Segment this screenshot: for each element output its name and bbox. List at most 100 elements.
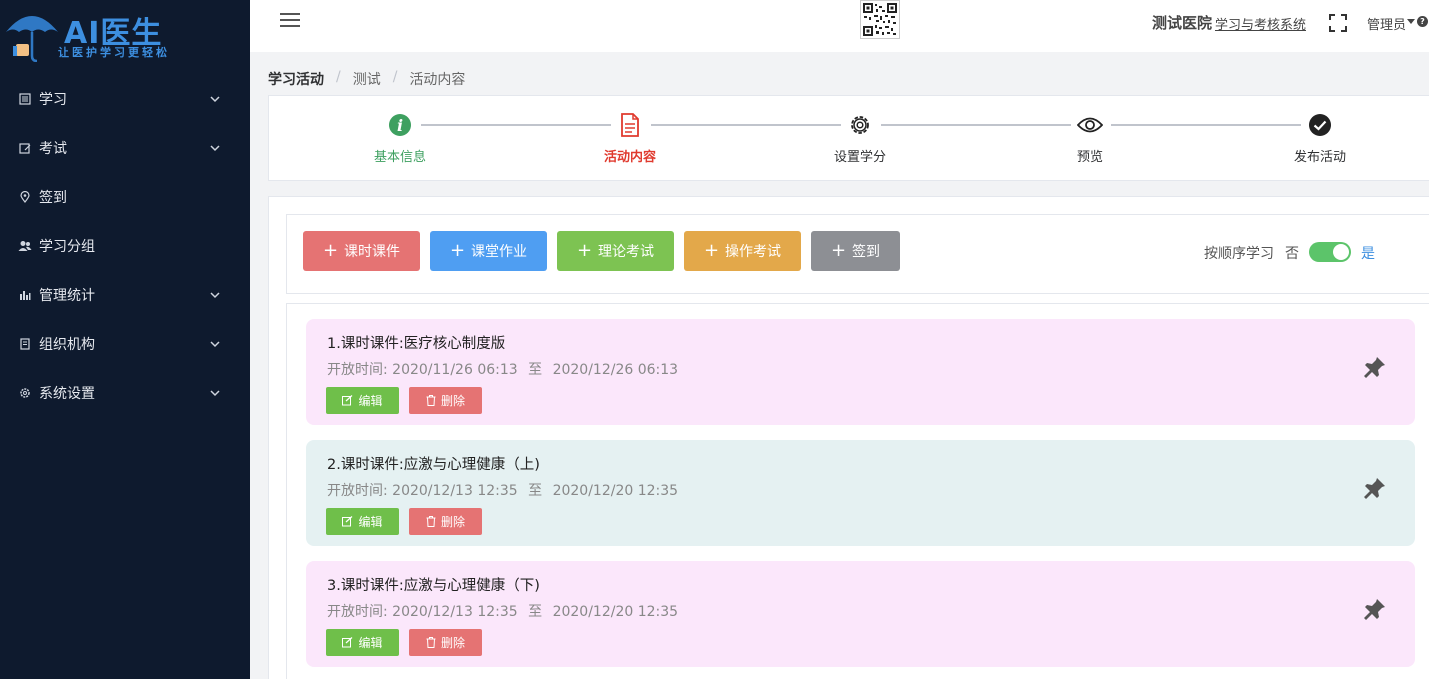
edit-button[interactable]: 编辑	[326, 387, 399, 414]
sidebar-menu: 学习 考试 签到 学习分组 管理统计 组织机构 系统设置	[0, 74, 250, 417]
add-lesson-button[interactable]: + 课时课件	[303, 231, 420, 271]
building-icon	[18, 337, 32, 351]
add-theory-exam-button[interactable]: + 理论考试	[557, 231, 674, 271]
time-to: 至	[528, 483, 543, 499]
document-icon	[617, 112, 643, 138]
item-title: 1.课时课件:医疗核心制度版	[327, 336, 506, 352]
edit-button[interactable]: 编辑	[326, 508, 399, 535]
step-basic-info[interactable]: i 基本信息	[350, 112, 450, 165]
order-study-toggle[interactable]	[1309, 242, 1351, 262]
list-item: 2.课时课件:应激与心理健康（上) 开放时间: 2020/12/13 12:35…	[306, 440, 1415, 546]
order-study-label: 按顺序学习	[1204, 246, 1274, 262]
plus-icon: +	[322, 240, 339, 261]
hospital-name: 测试医院	[1151, 14, 1212, 32]
step-activity-content[interactable]: 活动内容	[580, 112, 680, 165]
toolbar: + 课时课件 + 课堂作业 + 理论考试 + 操作考试 + 签到 按顺序学习 否…	[286, 214, 1429, 294]
trash-icon	[426, 637, 436, 648]
trash-icon	[426, 395, 436, 406]
pin-icon[interactable]	[1363, 476, 1387, 500]
edit-icon	[342, 516, 353, 527]
list-item: 1.课时课件:医疗核心制度版 开放时间: 2020/11/26 06:13 至 …	[306, 319, 1415, 425]
button-label: 操作考试	[725, 244, 782, 260]
sidebar-item-label: 管理统计	[39, 287, 95, 304]
time-end: 2020/12/20 12:35	[552, 604, 679, 620]
breadcrumb-separator: /	[392, 69, 398, 85]
time-to: 至	[528, 362, 543, 378]
hamburger-menu-icon[interactable]	[280, 12, 300, 28]
add-practical-exam-button[interactable]: + 操作考试	[684, 231, 801, 271]
qr-code-icon[interactable]	[860, 0, 900, 39]
delete-button[interactable]: 删除	[409, 508, 482, 535]
sidebar-item-groups[interactable]: 学习分组	[0, 221, 250, 270]
step-preview[interactable]: 预览	[1040, 112, 1140, 165]
sidebar-item-exam[interactable]: 考试	[0, 123, 250, 172]
caret-down-icon[interactable]	[1407, 19, 1415, 24]
chevron-down-icon	[210, 388, 220, 398]
time-prefix: 开放时间:	[327, 604, 388, 620]
time-prefix: 开放时间:	[327, 483, 388, 499]
sidebar-item-label: 考试	[39, 140, 67, 157]
plus-icon: +	[576, 240, 593, 261]
sidebar-item-study[interactable]: 学习	[0, 74, 250, 123]
button-label: 理论考试	[598, 244, 655, 260]
logo: AI医生 让医护学习更轻松	[0, 0, 250, 66]
pin-icon[interactable]	[1363, 355, 1387, 379]
item-title: 2.课时课件:应激与心理健康（上)	[327, 457, 540, 473]
progress-steps: i 基本信息 活动内容 设置学分 预览 发布活动	[268, 95, 1429, 181]
sidebar: AI医生 让医护学习更轻松 学习 考试 签到 学习分组 管理统计 组织机构 系统…	[0, 0, 250, 679]
system-link[interactable]: 学习与考核系统	[1215, 14, 1306, 33]
plus-icon: +	[830, 240, 847, 261]
button-label: 编辑	[358, 636, 383, 650]
button-label: 课时课件	[344, 244, 401, 260]
breadcrumb-item[interactable]: 测试	[353, 69, 381, 89]
info-icon: i	[387, 112, 413, 138]
button-label: 课堂作业	[471, 244, 528, 260]
plus-icon: +	[703, 240, 720, 261]
button-label: 删除	[440, 515, 465, 529]
sidebar-item-settings[interactable]: 系统设置	[0, 368, 250, 417]
time-start: 2020/12/13 12:35	[392, 483, 518, 499]
fullscreen-icon[interactable]	[1329, 14, 1347, 32]
item-time: 开放时间: 2020/11/26 06:13 至 2020/12/26 06:1…	[327, 359, 678, 379]
content-panel: + 课时课件 + 课堂作业 + 理论考试 + 操作考试 + 签到 按顺序学习 否…	[268, 196, 1429, 679]
item-time: 开放时间: 2020/12/13 12:35 至 2020/12/20 12:3…	[327, 601, 678, 621]
button-label: 编辑	[358, 515, 383, 529]
sidebar-item-organization[interactable]: 组织机构	[0, 319, 250, 368]
brand-subtitle: 让医护学习更轻松	[58, 46, 170, 59]
edit-button[interactable]: 编辑	[326, 629, 399, 656]
svg-text:i: i	[397, 116, 403, 135]
user-menu[interactable]: 管理员	[1367, 14, 1406, 33]
edit-icon	[342, 395, 353, 406]
sidebar-item-signin[interactable]: 签到	[0, 172, 250, 221]
delete-button[interactable]: 删除	[409, 629, 482, 656]
sidebar-item-label: 组织机构	[39, 336, 95, 353]
chevron-down-icon	[210, 339, 220, 349]
bar-chart-icon	[18, 288, 32, 302]
sidebar-item-statistics[interactable]: 管理统计	[0, 270, 250, 319]
step-set-credits[interactable]: 设置学分	[810, 112, 910, 165]
location-pin-icon	[18, 190, 32, 204]
step-label: 预览	[1076, 150, 1103, 165]
delete-button[interactable]: 删除	[409, 387, 482, 414]
time-end: 2020/12/20 12:35	[552, 483, 679, 499]
time-to: 至	[528, 604, 543, 620]
users-icon	[18, 239, 32, 253]
button-label: 编辑	[358, 394, 383, 408]
book-icon	[18, 92, 32, 106]
chevron-down-icon	[210, 94, 220, 104]
step-label: 活动内容	[603, 150, 656, 165]
time-start: 2020/11/26 06:13	[392, 362, 518, 378]
button-label: 删除	[440, 636, 465, 650]
plus-icon: +	[449, 240, 466, 261]
help-icon[interactable]: ?	[1417, 16, 1428, 27]
step-publish[interactable]: 发布活动	[1270, 112, 1370, 165]
item-title: 3.课时课件:应激与心理健康（下)	[327, 578, 540, 594]
pin-icon[interactable]	[1363, 597, 1387, 621]
breadcrumb-item: 活动内容	[409, 72, 466, 88]
step-label: 设置学分	[833, 150, 886, 165]
sidebar-item-label: 系统设置	[39, 385, 95, 402]
breadcrumb-item[interactable]: 学习活动	[268, 69, 324, 89]
add-signin-button[interactable]: + 签到	[811, 231, 900, 271]
add-homework-button[interactable]: + 课堂作业	[430, 231, 547, 271]
toggle-knob	[1333, 244, 1349, 260]
